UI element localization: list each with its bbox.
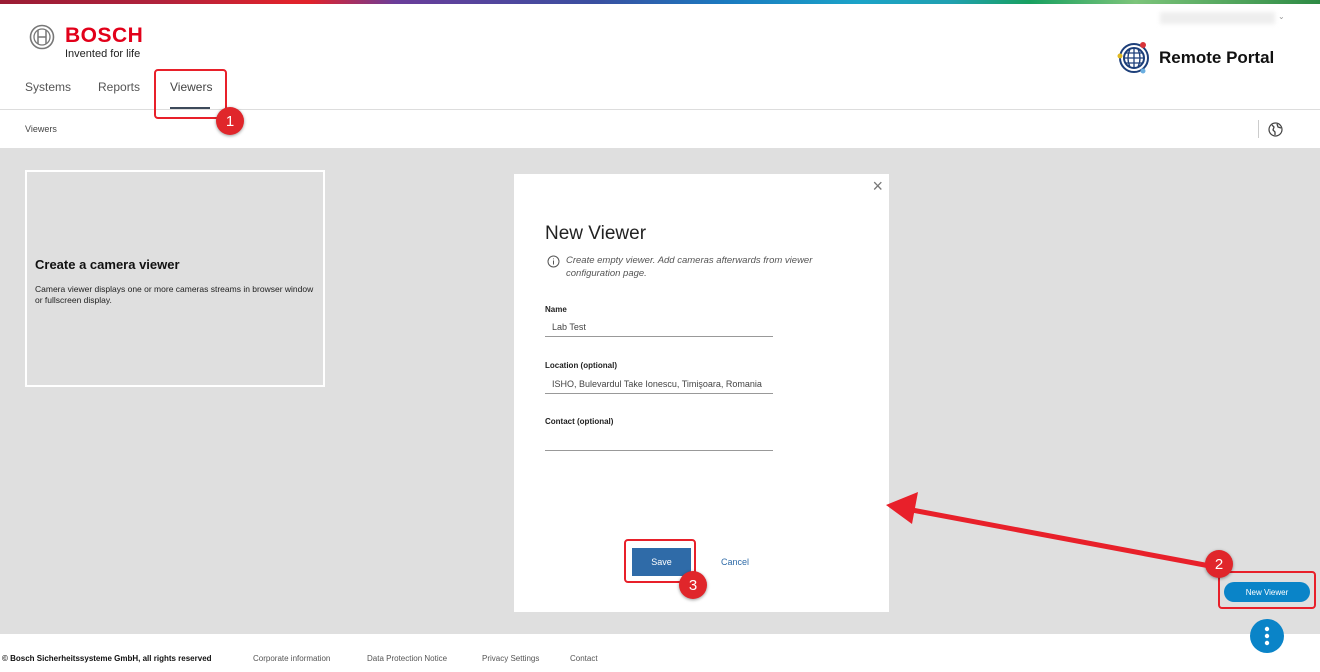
info-text: Create empty viewer. Add cameras afterwa…	[566, 255, 813, 279]
name-input[interactable]	[545, 317, 773, 337]
brand-color-bar	[0, 0, 1320, 4]
annotation-badge: 1	[216, 107, 244, 135]
brand-logo: BOSCH	[65, 24, 144, 47]
close-icon[interactable]: ×	[872, 176, 883, 197]
app-title: Remote Portal	[1159, 48, 1275, 67]
create-viewer-card[interactable]: Create a camera viewer Camera viewer dis…	[25, 170, 325, 387]
annotation-badge: 3	[679, 571, 707, 599]
contact-input[interactable]	[545, 431, 773, 451]
new-viewer-dialog: × New Viewer Create empty viewer. Add ca…	[514, 174, 889, 612]
bosch-logo-icon	[29, 24, 55, 50]
footer-link-corporate[interactable]: Corporate information	[253, 654, 330, 663]
dialog-title: New Viewer	[545, 223, 647, 244]
tab-reports[interactable]: Reports	[98, 80, 140, 94]
footer-link-contact[interactable]: Contact	[570, 654, 598, 663]
annotation-highlight-new-viewer	[1218, 571, 1316, 609]
info-icon	[547, 255, 560, 268]
remote-portal-globe-icon	[1117, 42, 1149, 74]
more-vertical-icon	[1264, 626, 1270, 646]
footer-link-privacy[interactable]: Privacy Settings	[482, 654, 539, 663]
annotation-highlight-viewers	[154, 69, 227, 119]
chevron-down-icon[interactable]: ⌄	[1278, 12, 1285, 21]
location-input[interactable]	[545, 374, 773, 394]
card-description: Camera viewer displays one or more camer…	[35, 284, 314, 305]
language-globe-icon[interactable]	[1268, 122, 1283, 137]
brand-tagline: Invented for life	[65, 48, 141, 60]
annotation-badge: 2	[1205, 550, 1233, 578]
footer-link-data-protection[interactable]: Data Protection Notice	[367, 654, 447, 663]
more-options-button[interactable]	[1250, 619, 1284, 653]
contact-label: Contact (optional)	[545, 417, 614, 426]
name-label: Name	[545, 305, 567, 314]
breadcrumb[interactable]: Viewers	[25, 124, 57, 134]
divider	[1258, 120, 1259, 138]
card-title: Create a camera viewer	[35, 257, 180, 272]
account-menu[interactable]	[1160, 12, 1275, 24]
location-label: Location (optional)	[545, 361, 617, 370]
tab-systems[interactable]: Systems	[25, 80, 71, 94]
cancel-button[interactable]: Cancel	[721, 557, 749, 567]
copyright: © Bosch Sicherheitssysteme GmbH, all rig…	[2, 654, 212, 663]
